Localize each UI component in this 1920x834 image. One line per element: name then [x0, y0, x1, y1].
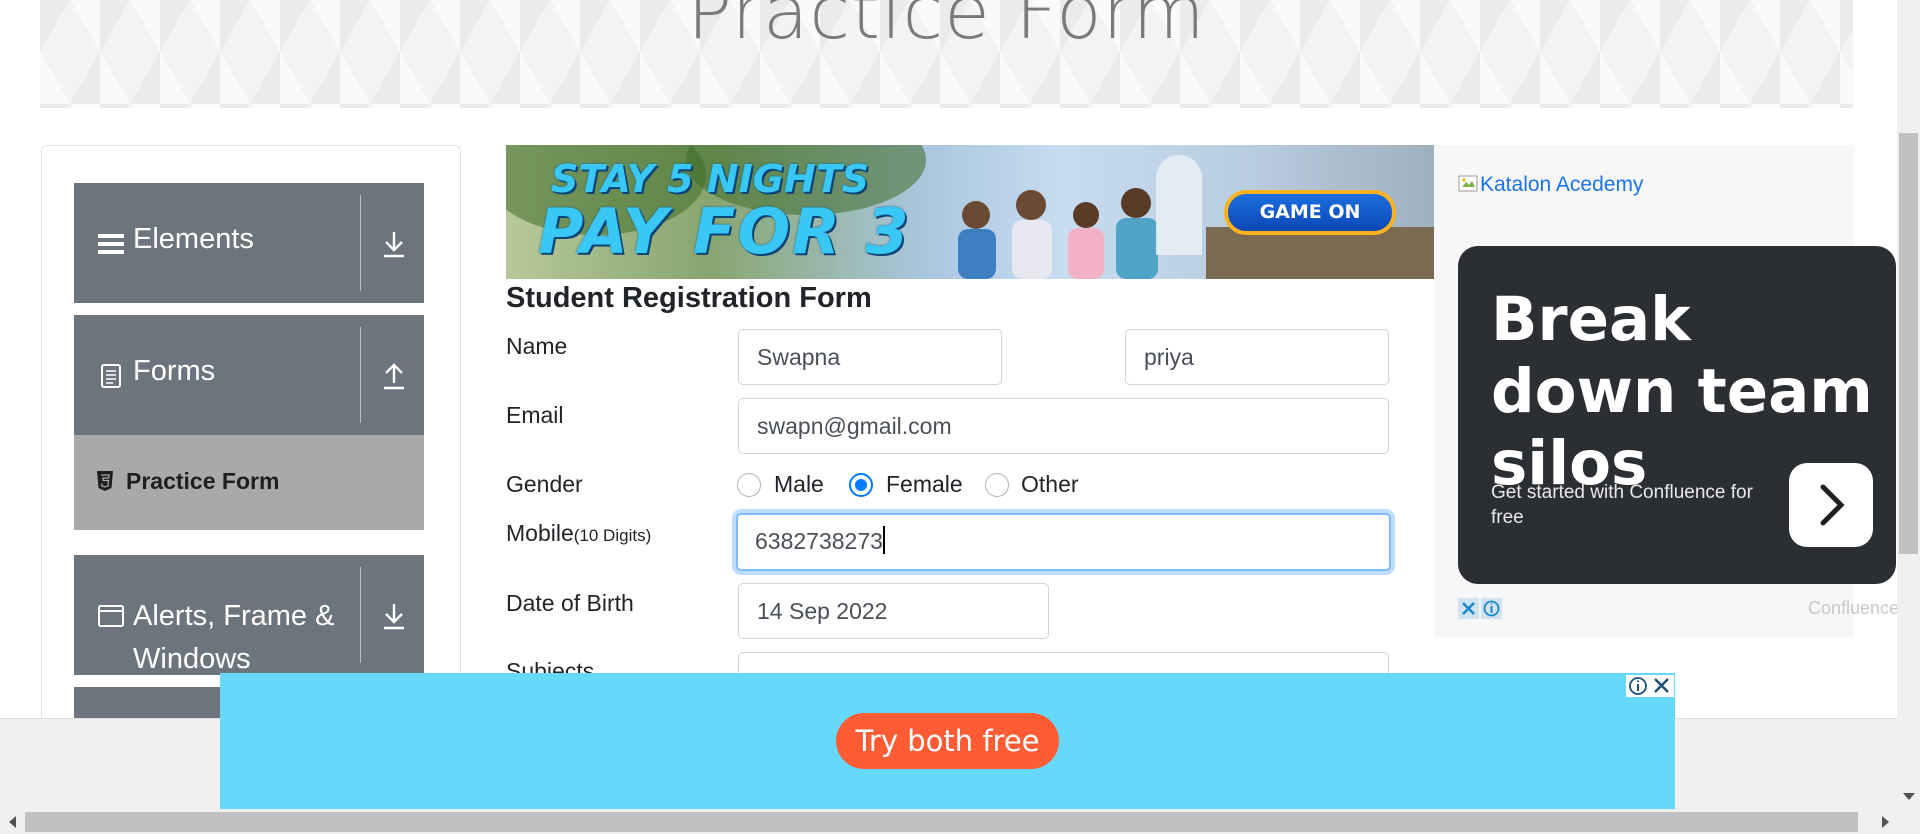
gender-label: Gender [506, 471, 583, 497]
family-photo [958, 188, 1158, 279]
text-caret [882, 526, 885, 554]
gender-other-label[interactable]: Other [1021, 471, 1079, 498]
scroll-left-arrow-icon[interactable] [6, 814, 20, 830]
sidebar-group-forms[interactable]: Forms [74, 315, 424, 435]
sidebar-item-practice-form[interactable]: Practice Form [74, 435, 424, 530]
sidebar-group-elements[interactable]: Elements [74, 183, 424, 303]
form-title: Student Registration Form [506, 282, 872, 314]
page-title: Practice Form [687, 0, 1206, 56]
banner-ad[interactable]: STAY 5 NIGHTS PAY FOR 3 GAME ON [506, 145, 1434, 279]
chevron-right-icon [1820, 484, 1845, 526]
last-name-input[interactable]: priya [1125, 329, 1389, 385]
dob-label: Date of Birth [506, 590, 634, 616]
first-name-input[interactable]: Swapna [738, 329, 1002, 385]
sidebar-item-label: Practice Form [126, 468, 280, 494]
sidebar-group-label: Alerts, Frame & Windows [133, 600, 335, 675]
sidebar-group-alerts[interactable]: Alerts, Frame & Windows [74, 555, 424, 675]
scroll-right-arrow-icon[interactable] [1878, 814, 1892, 830]
gender-other-radio[interactable] [985, 473, 1009, 497]
divider [360, 327, 361, 423]
vertical-scroll-thumb[interactable] [1899, 133, 1918, 554]
email-label: Email [506, 402, 564, 428]
gender-male-label[interactable]: Male [774, 471, 824, 498]
banner-headline: PAY FOR 3 [538, 195, 911, 268]
sidebar-group-label: Elements [133, 223, 254, 255]
page-header: Practice Form [40, 0, 1853, 108]
download-arrow-icon[interactable] [381, 601, 407, 631]
divider [360, 567, 361, 663]
katalon-broken-image[interactable]: Katalon Acedemy [1458, 173, 1643, 197]
window-icon [98, 605, 124, 627]
broken-image-icon [1458, 175, 1478, 192]
try-both-free-button[interactable]: Try both free [836, 713, 1059, 769]
mobile-hint: (10 Digits) [573, 526, 652, 545]
gender-female-label[interactable]: Female [886, 471, 963, 498]
ad-next-button[interactable] [1789, 463, 1873, 547]
html5-icon [97, 471, 113, 491]
ad-close-controls[interactable] [1626, 675, 1674, 697]
ad-brand: Confluence [1808, 598, 1900, 618]
sidebar-group-label: Forms [133, 355, 216, 387]
scroll-down-arrow-icon[interactable] [1901, 790, 1917, 804]
gender-female-radio[interactable] [849, 473, 873, 497]
gender-male-radio[interactable] [737, 473, 761, 497]
horizontal-scroll-thumb[interactable] [25, 812, 1858, 832]
mobile-input[interactable]: 6382738273 [736, 513, 1391, 571]
name-label: Name [506, 333, 568, 359]
ad-subtext: Get started with Confluence for free [1491, 482, 1753, 528]
game-on-button[interactable]: GAME ON [1224, 190, 1396, 235]
mobile-label: Mobile(10 Digits) [506, 520, 652, 546]
burj-al-arab [1156, 155, 1202, 255]
date-of-birth-input[interactable]: 14 Sep 2022 [738, 583, 1049, 639]
document-icon [101, 364, 121, 388]
download-arrow-icon[interactable] [381, 229, 407, 259]
ad-choices-icon[interactable] [1458, 598, 1502, 620]
divider [360, 195, 361, 291]
upload-arrow-icon[interactable] [381, 361, 407, 391]
email-input[interactable]: swapn@gmail.com [738, 398, 1389, 454]
hamburger-icon [98, 234, 124, 254]
